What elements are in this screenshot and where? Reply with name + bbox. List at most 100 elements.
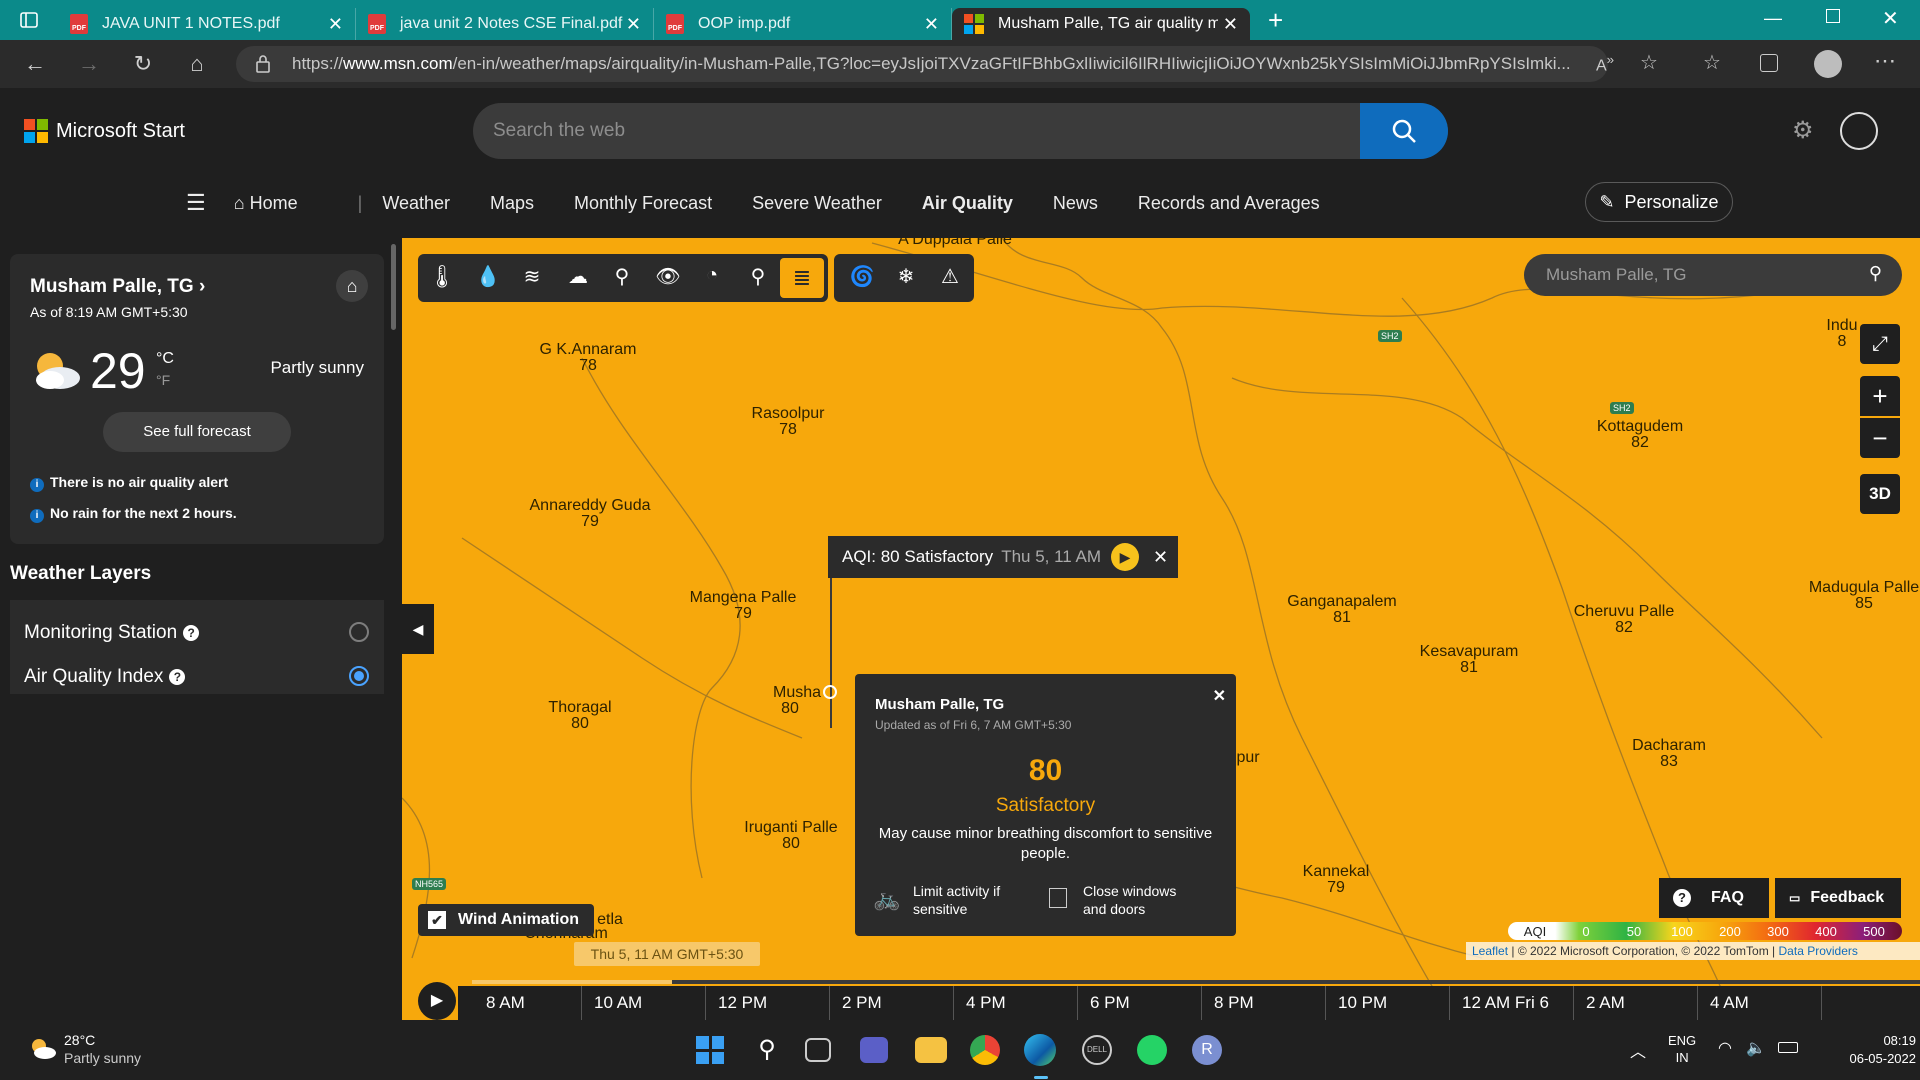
help-icon[interactable]: ? [169, 668, 186, 685]
account-icon[interactable] [1840, 112, 1878, 150]
timeline-tick[interactable]: 8 PM [1202, 986, 1326, 1020]
unit-fahrenheit[interactable]: °F [156, 372, 170, 388]
leaflet-link[interactable]: Leaflet [1472, 944, 1508, 958]
minimize-button[interactable]: — [1764, 8, 1782, 29]
timeline-tick[interactable]: 12 PM [706, 986, 830, 1020]
browser-tab-active[interactable]: Musham Palle, TG air quality ma ✕ [952, 8, 1250, 40]
favorites-icon[interactable]: ☆ [1703, 50, 1721, 75]
wind-layer-icon[interactable]: ≋ [512, 264, 552, 289]
address-bar[interactable]: https://www.msn.com/en-in/weather/maps/a… [236, 46, 1608, 82]
nav-severe-weather[interactable]: Severe Weather [752, 193, 882, 214]
nav-news[interactable]: News [1053, 193, 1098, 214]
dell-icon[interactable]: DELL [1082, 1035, 1112, 1065]
location-marker[interactable] [823, 685, 837, 699]
timeline-tick[interactable]: 4 PM [954, 986, 1078, 1020]
timeline-tick[interactable]: 2 AM [1574, 986, 1698, 1020]
help-icon[interactable]: ? [183, 624, 200, 641]
whatsapp-icon[interactable] [1137, 1035, 1167, 1065]
feedback-button[interactable]: ▭ Feedback [1775, 878, 1901, 918]
nav-records-averages[interactable]: Records and Averages [1138, 193, 1320, 214]
personalize-button[interactable]: ✎ Personalize [1585, 182, 1733, 222]
edge-icon[interactable] [1024, 1034, 1056, 1066]
forward-button[interactable]: → [62, 51, 116, 77]
timeline-tick[interactable]: 6 PM [1078, 986, 1202, 1020]
zoom-in-button[interactable]: + [1860, 376, 1900, 416]
start-button[interactable] [693, 1033, 727, 1067]
snow-layer-icon[interactable]: ❄ [886, 264, 926, 289]
unit-celsius[interactable]: °C [156, 350, 174, 368]
nav-home[interactable]: ⌂ Home [234, 193, 338, 214]
profile-avatar[interactable] [1814, 50, 1842, 78]
precipitation-layer-icon[interactable]: ⚲ [602, 264, 642, 289]
hamburger-menu-icon[interactable]: ☰ [186, 190, 206, 216]
hurricane-layer-icon[interactable]: 🌀 [842, 264, 882, 289]
temperature-layer-icon[interactable]: 🌡 [422, 264, 462, 290]
teams-chat-icon[interactable] [860, 1037, 888, 1063]
search-button[interactable] [1360, 103, 1448, 159]
air-quality-layer-icon[interactable]: ≣ [780, 258, 824, 298]
pressure-layer-icon[interactable]: ◔ [692, 264, 732, 287]
checkbox-checked-icon[interactable]: ✔ [428, 911, 446, 929]
tab-actions-icon[interactable] [0, 12, 58, 28]
warning-layer-icon[interactable]: ⚠ [930, 264, 970, 289]
language-indicator[interactable]: ENG IN [1668, 1032, 1696, 1066]
nav-maps[interactable]: Maps [490, 193, 534, 214]
search-input[interactable] [473, 103, 1353, 159]
humidity-layer-icon[interactable]: 💧 [468, 264, 508, 289]
nav-monthly-forecast[interactable]: Monthly Forecast [574, 193, 712, 214]
file-explorer-icon[interactable] [915, 1037, 947, 1063]
search-icon[interactable]: ⚲ [1869, 263, 1882, 284]
settings-gear-icon[interactable]: ⚙ [1792, 116, 1814, 145]
radio-air-quality-index[interactable] [349, 666, 369, 686]
close-tab-icon[interactable]: ✕ [626, 14, 641, 35]
browser-tab-2[interactable]: PDF java unit 2 Notes CSE Final.pdf ✕ [356, 8, 654, 40]
see-full-forecast-button[interactable]: See full forecast [103, 412, 291, 452]
chrome-icon[interactable] [970, 1035, 1000, 1065]
timeline-track[interactable] [472, 980, 1920, 984]
maximize-button[interactable] [1826, 9, 1840, 23]
close-popup-icon[interactable]: ✕ [1213, 686, 1226, 706]
browser-tab-3[interactable]: PDF OOP imp.pdf ✕ [654, 8, 952, 40]
close-icon[interactable]: ✕ [1153, 547, 1168, 568]
favorite-add-icon[interactable]: ☆ [1640, 50, 1658, 75]
timeline-tick[interactable]: 12 AM Fri 6 [1450, 986, 1574, 1020]
location-title[interactable]: Musham Palle, TG › [30, 276, 205, 298]
close-window-button[interactable]: ✕ [1882, 6, 1899, 31]
faq-button[interactable]: ? FAQ [1659, 878, 1769, 918]
panel-scrollbar[interactable] [391, 244, 396, 330]
wind-animation-toggle[interactable]: ✔ Wind Animation [418, 904, 594, 936]
timeline-tick[interactable]: 4 AM [1698, 986, 1822, 1020]
wifi-icon[interactable]: ◠ [1718, 1038, 1732, 1058]
battery-icon[interactable] [1778, 1042, 1798, 1053]
nav-air-quality[interactable]: Air Quality [922, 193, 1013, 214]
more-menu-icon[interactable]: ⋯ [1874, 48, 1896, 74]
layer-air-quality-index[interactable]: Air Quality Index? [24, 666, 186, 688]
home-button[interactable]: ⌂ [170, 51, 224, 77]
play-icon[interactable]: ▶ [1111, 543, 1140, 571]
read-aloud-icon[interactable]: A» [1596, 52, 1614, 75]
browser-tab-1[interactable]: PDF JAVA UNIT 1 NOTES.pdf ✕ [58, 8, 356, 40]
collections-icon[interactable] [1760, 54, 1778, 72]
back-button[interactable]: ← [8, 51, 62, 77]
3d-button[interactable]: 3D [1860, 474, 1900, 514]
weather-widget[interactable]: 28°C Partly sunny [22, 1030, 192, 1070]
data-providers-link[interactable]: Data Providers [1779, 944, 1858, 958]
search-icon[interactable]: ⚲ [750, 1033, 784, 1067]
layer-monitoring-station[interactable]: Monitoring Station? [24, 622, 200, 644]
volume-icon[interactable]: 🔈 [1746, 1038, 1766, 1058]
collapse-panel-button[interactable]: ◀ [402, 604, 434, 654]
close-tab-icon[interactable]: ✕ [328, 14, 343, 35]
task-view-icon[interactable] [805, 1038, 831, 1062]
brand-logo[interactable]: Microsoft Start [24, 119, 185, 143]
dew-point-layer-icon[interactable]: ⚲ [738, 264, 778, 289]
clock[interactable]: 08:19 06-05-2022 [1806, 1032, 1917, 1068]
map-search-box[interactable]: Musham Palle, TG ⚲ [1524, 254, 1902, 296]
play-timeline-button[interactable]: ▶ [418, 982, 456, 1020]
fullscreen-button[interactable]: ⤢ [1860, 324, 1900, 364]
nav-weather[interactable]: Weather [382, 193, 450, 214]
r-app-icon[interactable]: R [1192, 1035, 1222, 1065]
close-tab-icon[interactable]: ✕ [1223, 14, 1238, 35]
cloud-layer-icon[interactable]: ☁ [558, 264, 598, 289]
home-location-icon[interactable]: ⌂ [336, 270, 368, 302]
refresh-button[interactable]: ↻ [116, 51, 170, 77]
